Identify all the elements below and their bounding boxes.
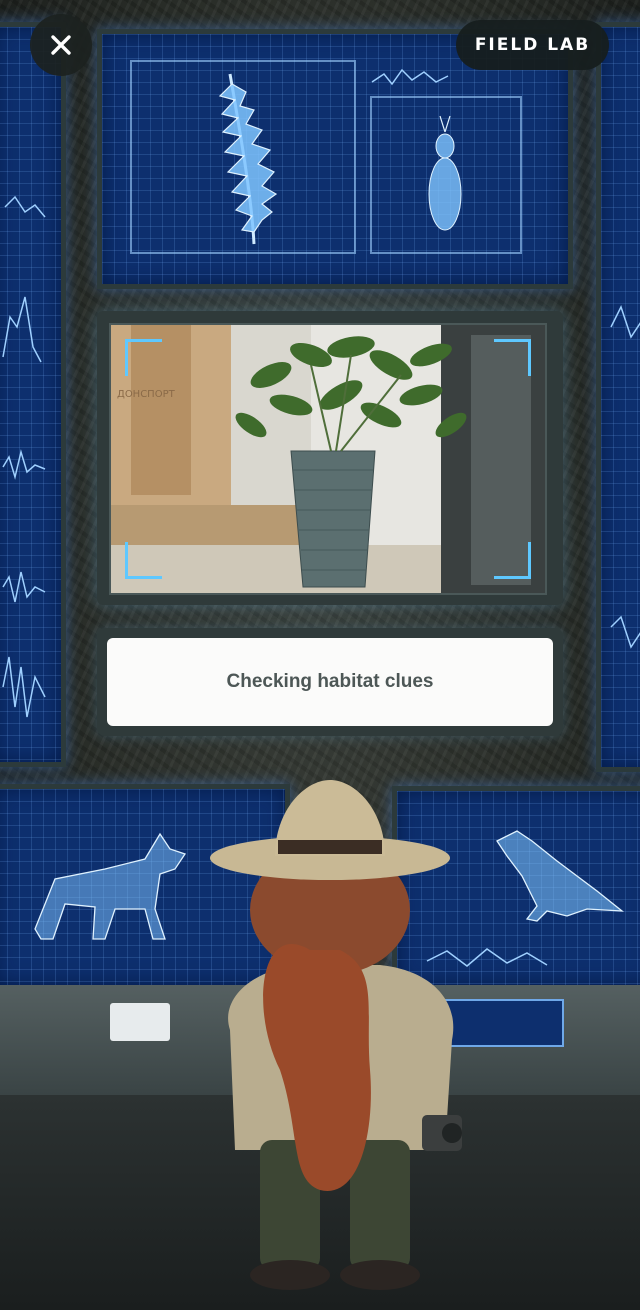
status-frame: Checking habitat clues xyxy=(97,628,563,736)
focus-bracket-top-right xyxy=(494,339,531,376)
camera-viewfinder: ДОНСПОРТ xyxy=(109,323,547,595)
close-button[interactable] xyxy=(30,14,92,76)
left-monitor-charts xyxy=(2,195,46,718)
specimen-holograms xyxy=(218,68,462,245)
close-icon xyxy=(51,35,71,55)
focus-bracket-top-left xyxy=(125,339,162,376)
camera-feed: ДОНСПОРТ xyxy=(111,325,545,593)
console-keypad xyxy=(110,1003,170,1041)
focus-bracket-bottom-left xyxy=(125,542,162,579)
field-lab-badge: FIELD LAB xyxy=(456,20,609,70)
status-message: Checking habitat clues xyxy=(107,638,553,726)
right-monitor-charts xyxy=(610,305,640,649)
focus-bracket-bottom-right xyxy=(494,542,531,579)
left-side-monitor xyxy=(0,22,66,767)
right-side-monitor xyxy=(596,22,640,772)
camera-frame: ДОНСПОРТ xyxy=(97,311,563,605)
ranger-squirrel-character xyxy=(210,780,462,1290)
insect-hologram-icon xyxy=(428,115,462,231)
lab-scene: ДОНСПОРТ Checking habitat clues FIELD LA… xyxy=(0,0,640,1310)
office-sign: ДОНСПОРТ xyxy=(117,389,176,400)
fern-hologram-icon xyxy=(218,73,278,245)
